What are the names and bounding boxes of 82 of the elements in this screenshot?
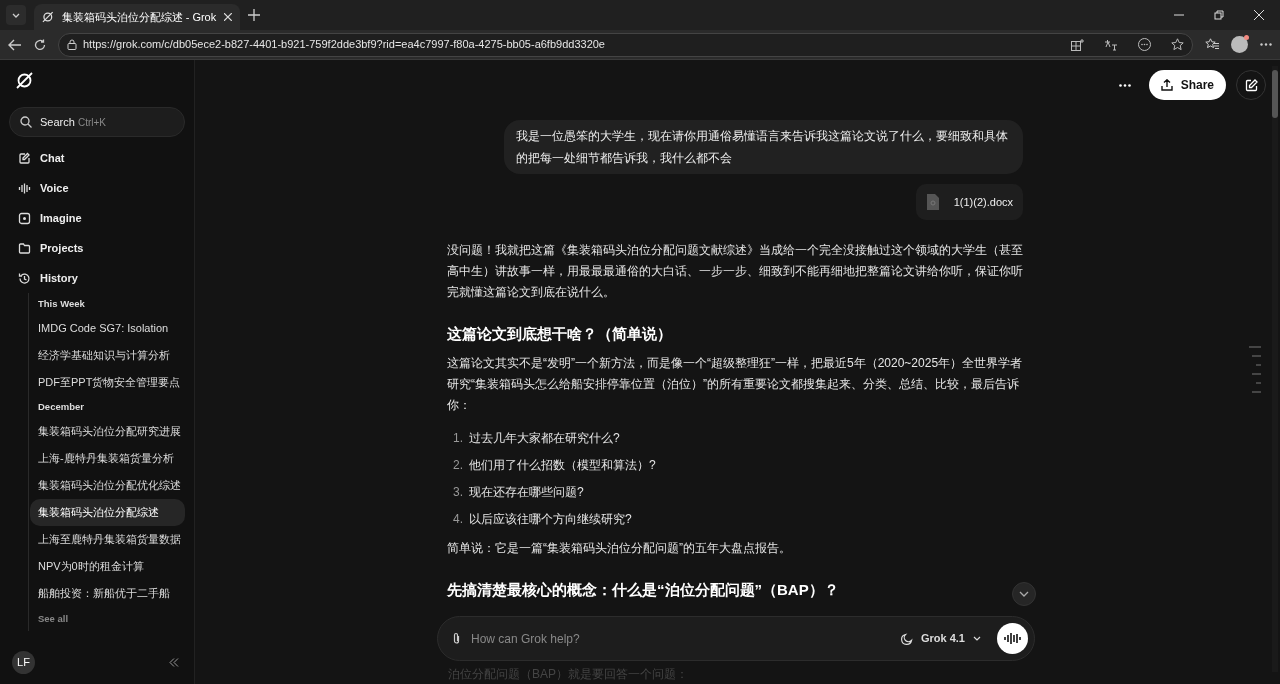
- logo-icon[interactable]: [16, 72, 33, 89]
- response-paragraph: 简单说：它是一篇“集装箱码头泊位分配问题”的五年大盘点报告。: [447, 540, 792, 557]
- collapse-sidebar-icon[interactable]: [169, 658, 179, 667]
- scrollbar-thumb[interactable]: [1272, 70, 1278, 118]
- upload-icon: [1160, 79, 1173, 91]
- history-group-heading: December: [37, 399, 85, 414]
- new-tab-icon[interactable]: [248, 9, 260, 21]
- tab-list-button[interactable]: [6, 5, 26, 25]
- chevron-down-icon: [1019, 591, 1029, 597]
- reload-icon[interactable]: [34, 38, 46, 51]
- star-icon[interactable]: [1171, 38, 1184, 51]
- response-heading: 先搞清楚最核心的概念：什么是“泊位分配问题”（BAP）？: [447, 580, 840, 600]
- response-heading: 这篇论文到底想干啥？（简单说）: [447, 324, 673, 344]
- list-item-text: 以后应该往哪个方向继续研究?: [469, 510, 632, 528]
- conversation-link[interactable]: IMDG Code SG7: Isolation: [30, 315, 185, 342]
- voice-mode-button[interactable]: [997, 623, 1028, 654]
- conversation-link[interactable]: 经济学基础知识与计算分析: [30, 342, 185, 369]
- browser-tab[interactable]: 集装箱码头泊位分配综述 - Grok: [34, 4, 240, 30]
- list-item-text: 他们用了什么招数（模型和算法）?: [469, 456, 656, 474]
- profile-avatar[interactable]: [1231, 36, 1248, 53]
- folder-icon: [18, 241, 31, 255]
- conversation-link[interactable]: 集装箱码头泊位分配优化综述: [30, 472, 185, 499]
- conversation-link[interactable]: 集装箱码头泊位分配研究进展: [30, 418, 185, 445]
- minimap-drawing: [1249, 346, 1261, 394]
- list-number: 3.: [453, 483, 463, 501]
- back-icon[interactable]: [8, 38, 22, 51]
- document-icon: [925, 193, 940, 211]
- response-paragraph: 没问题！我就把这篇《集装箱码头泊位分配问题文献综述》当成给一个完全没接触过这个领域的大学生（甚至高中生）讲故事一样，用最最最通俗的大白话、一步一步、细致到不能再细地把整篇论文讲给你听，保证你听完就懂这篇论文到底在说什么。: [447, 242, 1023, 301]
- nav-item[interactable]: History: [9, 263, 185, 293]
- conversation-link[interactable]: 集装箱码头泊位分配综述: [30, 499, 185, 526]
- restore-icon[interactable]: [1214, 10, 1224, 20]
- list-item-text: 现在还存在哪些问题?: [469, 483, 584, 501]
- more-icon[interactable]: [1260, 43, 1272, 46]
- close-icon[interactable]: [1254, 10, 1264, 20]
- history-group-heading: This Week: [37, 296, 86, 311]
- nav-item[interactable]: Chat: [9, 143, 185, 173]
- scroll-down-button[interactable]: [1012, 582, 1036, 606]
- more-options-icon[interactable]: [1118, 83, 1131, 87]
- image-icon: [18, 211, 31, 225]
- user-avatar[interactable]: LF: [12, 651, 35, 674]
- list-number: 1.: [453, 429, 463, 447]
- list-item-text: 过去几年大家都在研究什么?: [469, 429, 620, 447]
- conversation-link[interactable]: PDF至PPT货物安全管理要点: [30, 369, 185, 396]
- attachment-chip[interactable]: 1(1)(2).docx: [915, 184, 1023, 220]
- nav-item[interactable]: Projects: [9, 233, 185, 263]
- tab-title: 集装箱码头泊位分配综述 - Grok: [61, 9, 217, 25]
- user-message: 我是一位愚笨的大学生，现在请你用通俗易懂语言来告诉我这篇论文说了什么，要细致和具体的把每一处细节都告诉我，我什么都不会: [504, 120, 1023, 174]
- share-button[interactable]: Share: [1148, 70, 1226, 100]
- lock-icon: [67, 39, 77, 50]
- edit-icon: [18, 151, 31, 165]
- conversation-link[interactable]: 船舶投资：新船优于二手船: [30, 580, 185, 607]
- nav-item[interactable]: Imagine: [9, 203, 185, 233]
- history-icon: [18, 271, 31, 285]
- edit-icon: [1244, 78, 1258, 92]
- sound-wave-icon: [18, 181, 31, 195]
- paperclip-icon[interactable]: [452, 632, 461, 645]
- search-label: Search Ctrl+K: [40, 114, 106, 130]
- prompt-input[interactable]: How can Grok help?: [471, 629, 885, 648]
- chevron-down-icon: [973, 636, 981, 641]
- moon-icon: [900, 632, 913, 645]
- conversation-link[interactable]: 上海至鹿特丹集装箱货量数据: [30, 526, 185, 553]
- more-circle-icon[interactable]: [1138, 38, 1151, 51]
- search-icon: [20, 116, 32, 128]
- list-number: 4.: [453, 510, 463, 528]
- translate-icon[interactable]: [1104, 38, 1118, 51]
- favorites-icon[interactable]: [1205, 38, 1219, 51]
- tab-logo-icon: [42, 11, 54, 23]
- scrollbar[interactable]: [1272, 66, 1278, 672]
- split-screen-icon[interactable]: [1071, 38, 1084, 51]
- nav-item[interactable]: Voice: [9, 173, 185, 203]
- model-selector[interactable]: Grok 4.1: [894, 630, 987, 647]
- list-number: 2.: [453, 456, 463, 474]
- close-tab-icon[interactable]: [224, 13, 232, 21]
- message-input[interactable]: How can Grok help? Grok 4.1: [437, 616, 1035, 661]
- response-paragraph: 这篇论文其实不是“发明”一个新方法，而是像一个“超级整理狂”一样，把最近5年（2020~2025年）全世界学者研究“集装箱码头怎么给船安排停靠位置（泊位）”的所有重要论文都搜集起来、分类、总结、比较，最后告诉你：: [447, 355, 1023, 414]
- search-field[interactable]: Search Ctrl+K: [9, 107, 185, 137]
- see-all-link[interactable]: See all: [30, 607, 185, 631]
- conversation-link[interactable]: 上海-鹿特丹集装箱货量分析: [30, 445, 185, 472]
- address-bar[interactable]: https://grok.com/c/db05ece2-b827-4401-b921-759f2dde3bf9?rid=ea4c7997-f80a-4275-bb05-a6fb9dd3320e: [58, 32, 1193, 57]
- url-text: https://grok.com/c/db05ece2-b827-4401-b921-759f2dde3bf9?rid=ea4c7997-f80a-4275-bb05-a6fb9dd3320e: [83, 37, 605, 53]
- conversation-link[interactable]: NPV为0时的租金计算: [30, 553, 185, 580]
- sound-wave-icon: [1004, 632, 1021, 645]
